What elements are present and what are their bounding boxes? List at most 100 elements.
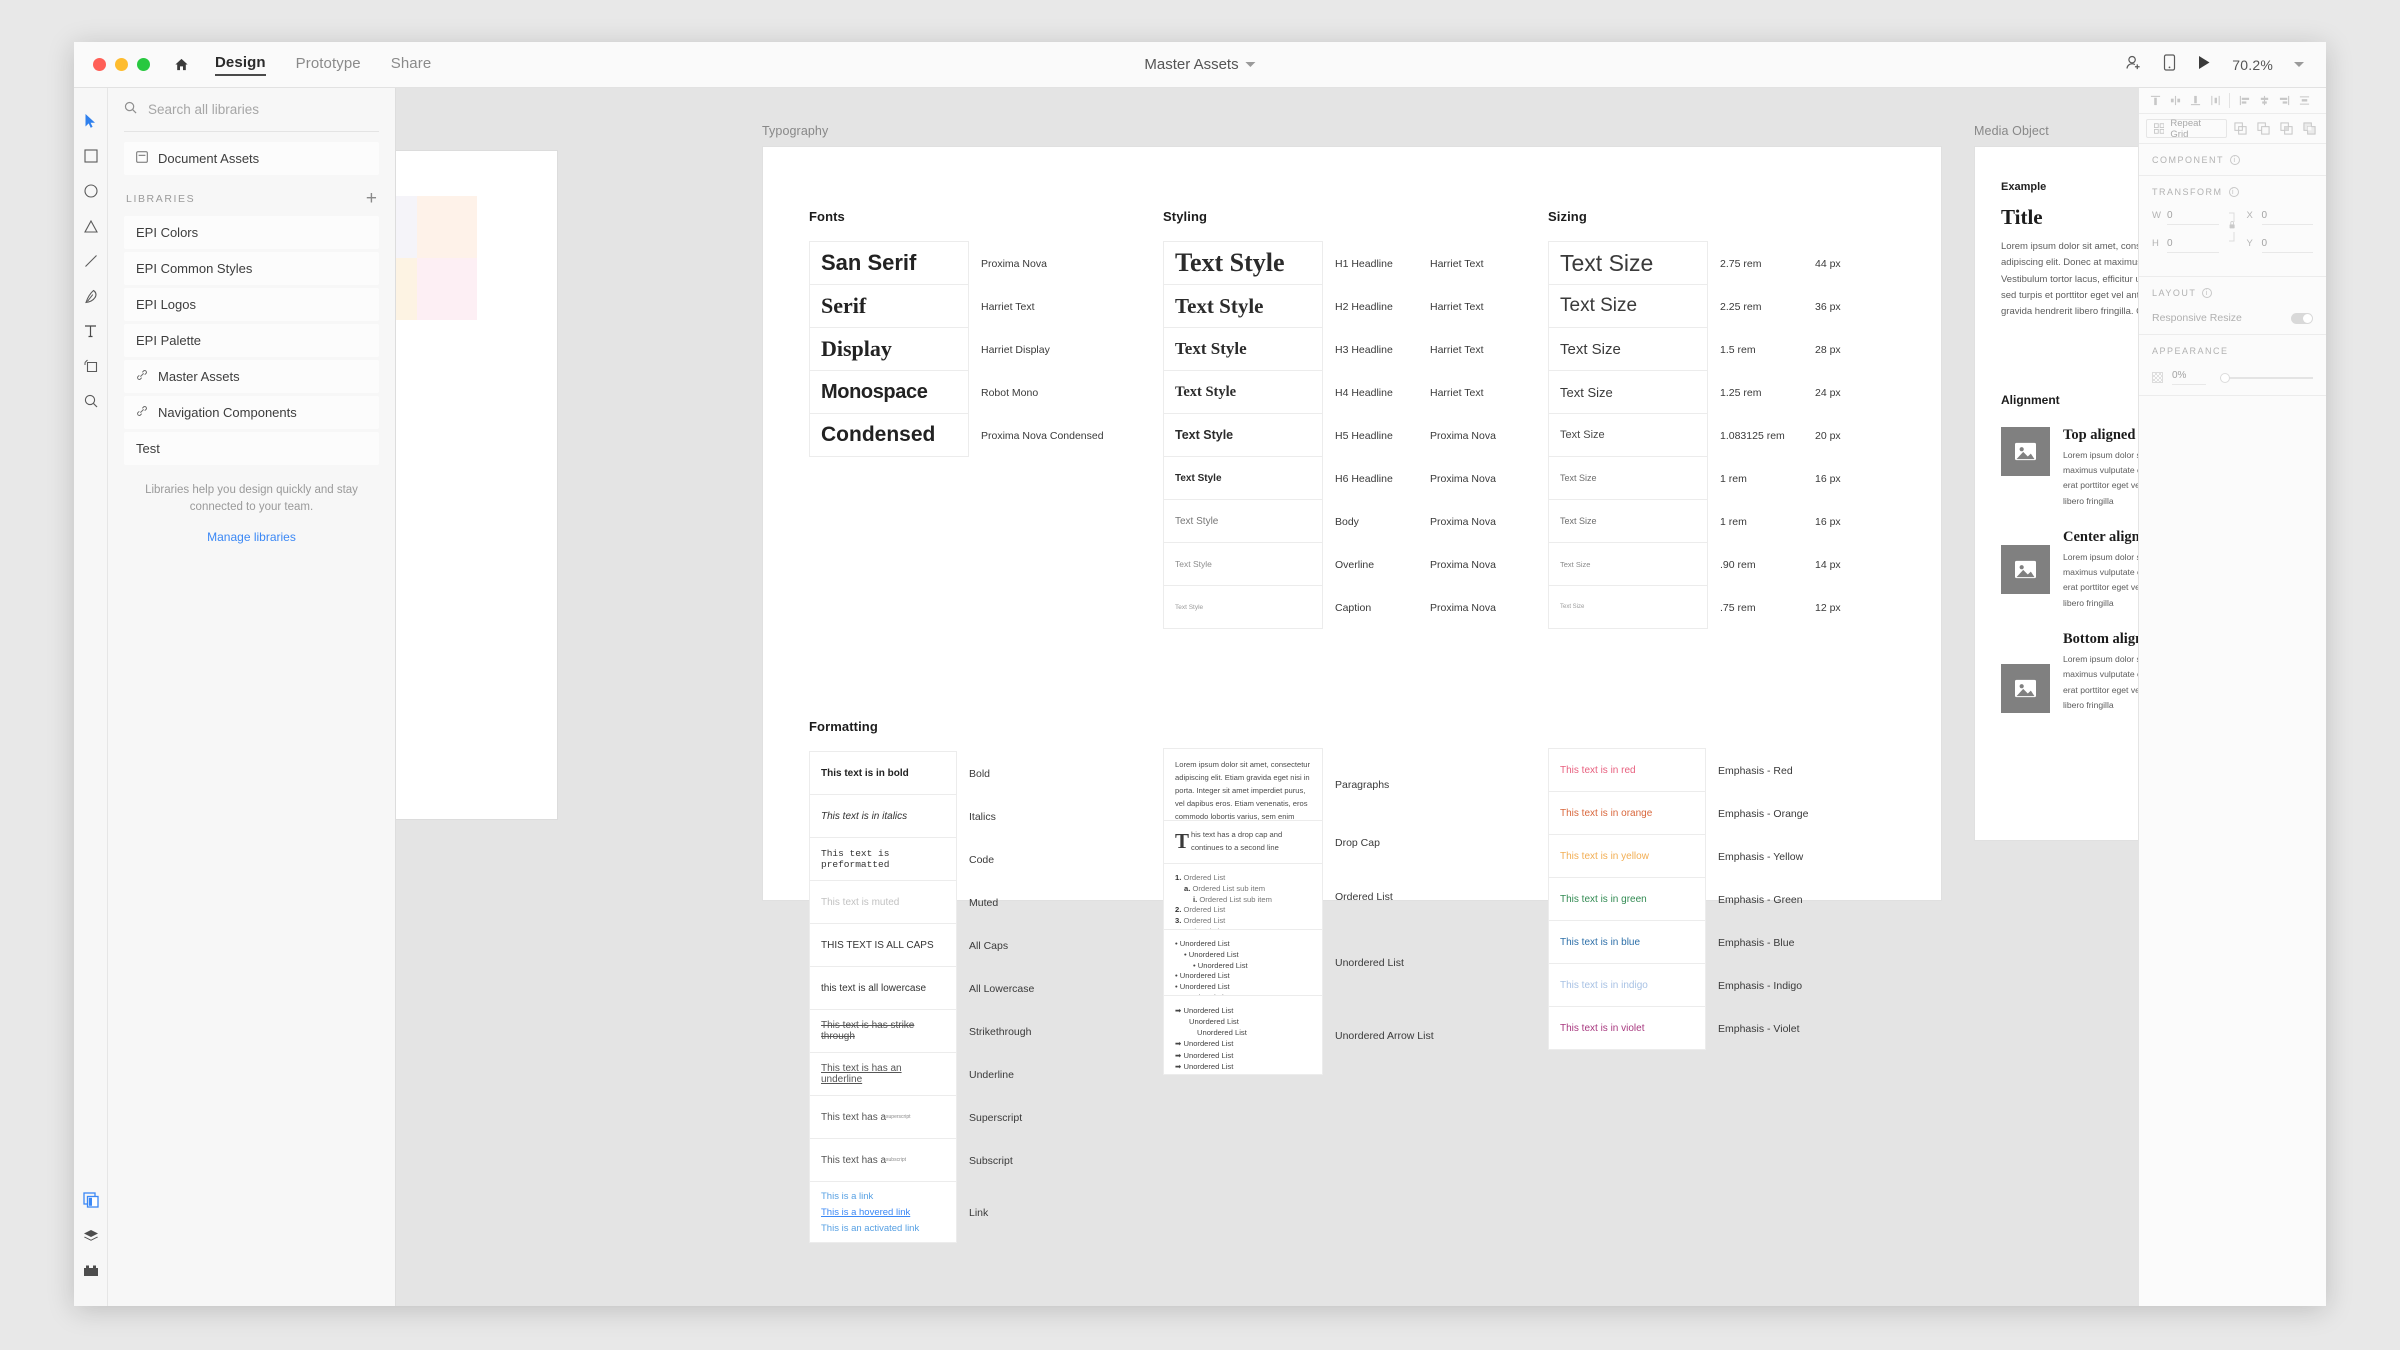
- list-text: Unordered List: [1183, 1039, 1234, 1049]
- layers-panel-icon[interactable]: [83, 1229, 99, 1248]
- size-rem: .90 rem: [1720, 558, 1756, 571]
- emphasis-sample: This text is in green: [1560, 893, 1647, 905]
- repeat-grid-label: Repeat Grid: [2170, 117, 2202, 140]
- style-name: H6 Headline: [1335, 472, 1393, 485]
- canvas[interactable]: Typography Fonts San Serif Proxima Nova …: [396, 88, 2326, 1306]
- document-title-menu[interactable]: Master Assets: [1144, 56, 1256, 73]
- emphasis-label: Emphasis - Indigo: [1718, 979, 1803, 992]
- tab-share[interactable]: Share: [391, 55, 432, 75]
- align-vertical-center-icon[interactable]: [2165, 91, 2185, 111]
- link-activated[interactable]: This is an activated link: [821, 1223, 919, 1234]
- responsive-resize-toggle[interactable]: [2291, 312, 2313, 324]
- info-icon[interactable]: i: [2228, 187, 2239, 197]
- tab-prototype[interactable]: Prototype: [296, 55, 361, 75]
- tab-design[interactable]: Design: [215, 54, 266, 76]
- library-item-epi-palette[interactable]: EPI Palette: [124, 324, 379, 357]
- plugins-icon[interactable]: [83, 1264, 99, 1282]
- list-marker: •: [1175, 982, 1178, 992]
- align-bottom-icon[interactable]: [2185, 91, 2205, 111]
- maximize-window-button[interactable]: [137, 58, 150, 71]
- library-item-epi-colors[interactable]: EPI Colors: [124, 216, 379, 249]
- blocks-group: Lorem ipsum dolor sit amet, consectetur …: [1163, 748, 1448, 1075]
- zoom-tool[interactable]: [78, 386, 104, 416]
- artboard-label-media-object[interactable]: Media Object: [1974, 124, 2049, 138]
- intersect-icon[interactable]: [2277, 119, 2296, 139]
- search-input[interactable]: [148, 102, 379, 117]
- artboard-tool[interactable]: [78, 351, 104, 381]
- library-item-epi-logos[interactable]: EPI Logos: [124, 288, 379, 321]
- device-preview-icon[interactable]: [2163, 53, 2176, 76]
- align-horizontal-center-icon[interactable]: [2254, 91, 2274, 111]
- info-icon[interactable]: i: [2230, 155, 2240, 165]
- height-field[interactable]: H 0: [2152, 238, 2219, 253]
- add-collaborator-icon[interactable]: [2125, 54, 2142, 76]
- ellipse-tool[interactable]: [78, 176, 104, 206]
- subtract-icon[interactable]: [2254, 119, 2273, 139]
- minimize-window-button[interactable]: [115, 58, 128, 71]
- height-value[interactable]: 0: [2167, 238, 2219, 253]
- manage-libraries-link[interactable]: Manage libraries: [124, 530, 379, 544]
- x-value[interactable]: 0: [2261, 210, 2313, 225]
- assets-panel-icon[interactable]: [83, 1192, 99, 1213]
- info-icon[interactable]: i: [2202, 288, 2213, 298]
- artboard-label-typography[interactable]: Typography: [762, 124, 828, 138]
- size-rem: .75 rem: [1720, 601, 1756, 614]
- format-sample: this text is all lowercase: [821, 982, 927, 994]
- format-sample: This text is has an underline: [821, 1063, 902, 1085]
- opacity-slider[interactable]: [2220, 372, 2313, 383]
- document-assets-row[interactable]: Document Assets: [124, 142, 379, 175]
- library-search[interactable]: [124, 88, 379, 132]
- play-icon[interactable]: [2197, 55, 2211, 75]
- pen-tool[interactable]: [78, 281, 104, 311]
- polygon-tool[interactable]: [78, 211, 104, 241]
- rectangle-tool[interactable]: [78, 141, 104, 171]
- align-left-icon[interactable]: [2234, 91, 2254, 111]
- size-px: 16 px: [1815, 472, 1841, 485]
- style-sample: Text Style: [1175, 428, 1234, 442]
- format-sample: This text is in italics: [821, 810, 908, 822]
- list-marker: ➡: [1175, 1039, 1182, 1049]
- text-tool[interactable]: [78, 316, 104, 346]
- zoom-chevron-down-icon[interactable]: [2294, 62, 2304, 67]
- style-name: Body: [1335, 515, 1359, 528]
- window-controls[interactable]: [93, 58, 150, 71]
- home-icon[interactable]: [174, 57, 189, 72]
- width-value[interactable]: 0: [2167, 210, 2219, 225]
- emphasis-label: Emphasis - Yellow: [1718, 850, 1804, 863]
- library-item-navigation-components[interactable]: Navigation Components: [124, 396, 379, 429]
- style-name: H5 Headline: [1335, 429, 1393, 442]
- format-label: Superscript: [969, 1111, 1023, 1124]
- format-label: Code: [969, 853, 995, 866]
- repeat-grid-button[interactable]: Repeat Grid: [2146, 117, 2227, 140]
- y-value[interactable]: 0: [2261, 238, 2313, 253]
- exclude-icon[interactable]: [2300, 119, 2319, 139]
- close-window-button[interactable]: [93, 58, 106, 71]
- drop-cap-letter: T: [1175, 829, 1190, 854]
- artboard-palette-partial[interactable]: [396, 150, 558, 820]
- add-library-button[interactable]: +: [366, 189, 377, 208]
- emphasis-sample: This text is in orange: [1560, 807, 1653, 819]
- arrow-list-label: Unordered Arrow List: [1335, 1029, 1434, 1042]
- zoom-level[interactable]: 70.2%: [2232, 57, 2273, 73]
- width-field[interactable]: W 0: [2152, 210, 2219, 225]
- library-item-master-assets[interactable]: Master Assets: [124, 360, 379, 393]
- library-item-test[interactable]: Test: [124, 432, 379, 465]
- x-field[interactable]: X 0: [2247, 210, 2313, 225]
- artboard-typography[interactable]: Fonts San Serif Proxima Nova Serif Harri…: [762, 146, 1942, 1243]
- opacity-value[interactable]: 0%: [2172, 370, 2206, 385]
- library-item-epi-common-styles[interactable]: EPI Common Styles: [124, 252, 379, 285]
- distribute-vertical-icon[interactable]: [2205, 91, 2225, 111]
- distribute-horizontal-icon[interactable]: [2294, 91, 2314, 111]
- library-item-label: Test: [136, 441, 160, 456]
- union-icon[interactable]: [2231, 119, 2250, 139]
- list-text: Unordered List: [1179, 971, 1230, 981]
- aspect-lock[interactable]: [2225, 210, 2241, 242]
- align-top-icon[interactable]: [2145, 91, 2165, 111]
- align-right-icon[interactable]: [2274, 91, 2294, 111]
- link-hovered[interactable]: This is a hovered link: [821, 1207, 910, 1218]
- select-tool[interactable]: [78, 106, 104, 136]
- line-tool[interactable]: [78, 246, 104, 276]
- link-default[interactable]: This is a link: [821, 1191, 873, 1202]
- y-field[interactable]: Y 0: [2247, 238, 2313, 253]
- table-row: San Serif Proxima Nova: [809, 241, 1134, 285]
